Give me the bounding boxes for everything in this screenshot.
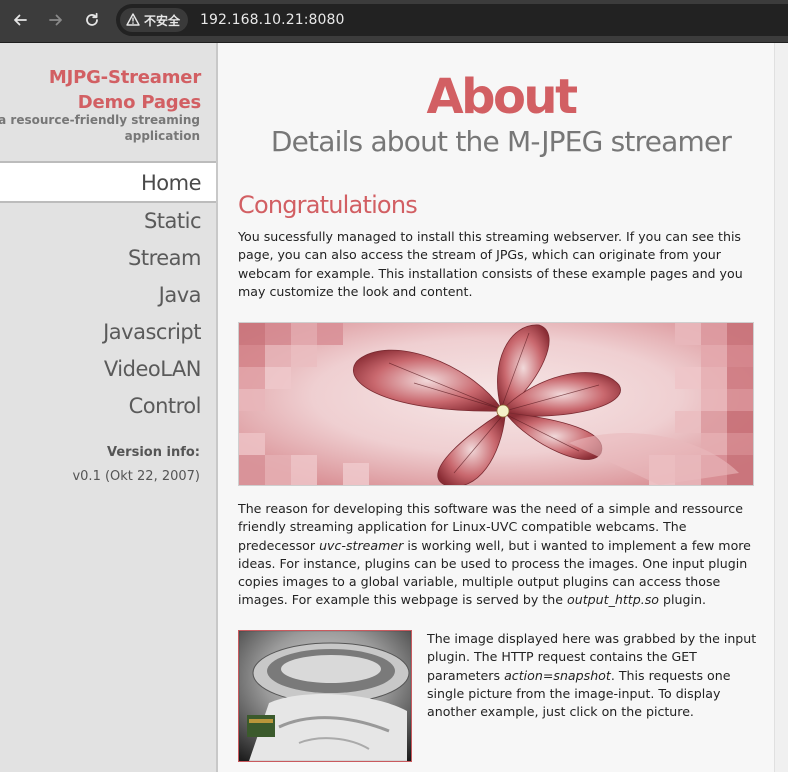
brand-title[interactable]: MJPG-Streamer Demo Pages [1,65,201,115]
back-arrow-icon[interactable] [9,9,31,31]
reason-text-3: plugin. [659,592,706,608]
url-text[interactable]: 192.168.10.21:8080 [200,12,345,28]
nav-item-videolan[interactable]: VideoLAN [0,351,216,388]
intro-paragraph: You sucessfully managed to install this … [238,229,743,299]
nav-item-static[interactable]: Static [0,203,216,240]
main-content: About Details about the M-JPEG streamer … [218,43,774,772]
flower-banner-image [238,322,754,486]
page-scrollbar[interactable] [774,43,788,772]
warning-icon [126,11,140,30]
reload-icon[interactable] [81,9,103,31]
reason-em-output-http: output_http.so [567,592,660,608]
security-label: 不安全 [144,13,181,28]
browser-toolbar: 不安全 192.168.10.21:8080 [0,0,788,43]
address-bar[interactable]: 不安全 192.168.10.21:8080 [116,4,788,36]
nav-menu: Home Static Stream Java Javascript Video… [0,163,216,425]
snapshot-image[interactable] [238,630,412,762]
tagline-line1: a resource-friendly streaming [0,113,200,127]
section-heading: Congratulations [238,191,418,219]
reason-paragraph: The reason for developing this software … [238,500,760,610]
snapshot-paragraph: The image displayed here was grabbed by … [427,630,757,721]
page-subtitle: Details about the M-JPEG streamer [270,125,732,158]
version-value: v0.1 (Okt 22, 2007) [72,469,200,484]
forward-arrow-icon[interactable] [45,9,67,31]
nav-item-home[interactable]: Home [0,163,216,203]
brand-title-line1: MJPG-Streamer [48,67,201,88]
reason-em-uvc-streamer: uvc-streamer [319,537,404,553]
nav-item-control[interactable]: Control [0,388,216,425]
sidebar: MJPG-Streamer Demo Pages a resource-frie… [0,43,218,772]
brand-tagline: a resource-friendly streaming applicatio… [0,112,200,144]
version-label: Version info: [107,445,200,460]
version-info: Version info: v0.1 (Okt 22, 2007) [0,443,200,487]
tagline-line2: application [124,129,200,143]
snapshot-em-action: action=snapshot [504,667,611,683]
nav-item-stream[interactable]: Stream [0,240,216,277]
nav-item-javascript[interactable]: Javascript [0,314,216,351]
brand-block: MJPG-Streamer Demo Pages a resource-frie… [0,43,216,163]
security-chip[interactable]: 不安全 [120,8,189,32]
page-title: About [426,69,578,125]
nav-item-java[interactable]: Java [0,277,216,314]
